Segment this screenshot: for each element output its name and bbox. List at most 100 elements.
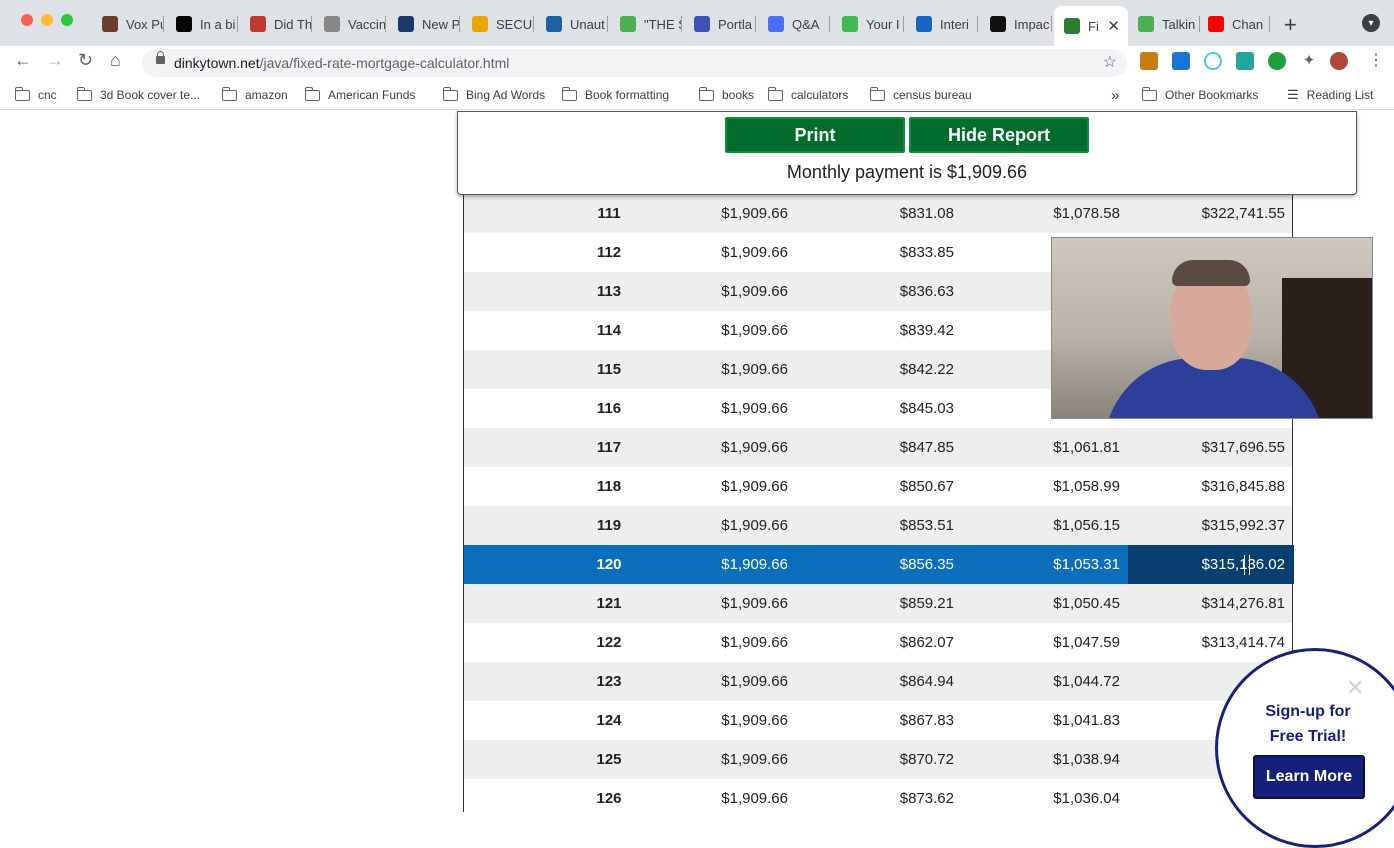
video-person-hair xyxy=(1172,260,1250,286)
interest-cell: $1,047.59 xyxy=(1053,634,1120,651)
bookmark-folder[interactable]: cnc xyxy=(14,85,57,105)
extension-icon[interactable] xyxy=(1204,52,1222,70)
back-icon[interactable]: ← xyxy=(14,50,32,71)
profile-avatar[interactable] xyxy=(1330,52,1348,70)
browser-tab[interactable]: Vaccin xyxy=(314,8,386,40)
table-row[interactable]: 121 $1,909.66 $859.21 $1,050.45 $314,276.81 xyxy=(464,584,1292,623)
bookmark-folder[interactable]: calculators xyxy=(767,85,849,105)
browser-tab[interactable]: In a bi xyxy=(166,8,238,40)
browser-tab[interactable]: Your I xyxy=(832,8,904,40)
bookmark-folder[interactable]: books xyxy=(698,85,754,105)
payment-amount-cell: $1,909.66 xyxy=(721,322,788,339)
url-text[interactable]: dinkytown.net/java/fixed-rate-mortgage-c… xyxy=(174,55,509,71)
minimize-window-button[interactable] xyxy=(41,14,53,26)
monthly-payment-text: Monthly payment is $1,909.66 xyxy=(786,162,1028,182)
table-row[interactable]: 125$1,909.66$870.72$1,038.94$3 xyxy=(464,740,1292,779)
bookmark-folder[interactable]: amazon xyxy=(221,85,288,105)
table-row[interactable]: 124$1,909.66$867.83$1,041.83$3 xyxy=(464,701,1292,740)
interest-cell: $1,061.81 xyxy=(1053,439,1120,456)
address-bar[interactable]: dinkytown.net/java/fixed-rate-mortgage-c… xyxy=(142,49,1127,77)
payment-amount-cell: $1,909.66 xyxy=(721,283,788,300)
payment-amount-cell: $1,909.66 xyxy=(721,595,788,612)
text-cursor-icon xyxy=(1244,555,1250,575)
table-row[interactable]: 111 $1,909.66 $831.08 $1,078.58 $322,741.55 xyxy=(464,194,1292,233)
menu-kebab-icon[interactable]: ⋮ xyxy=(1368,50,1384,70)
hide-report-button[interactable]: Hide Report xyxy=(909,117,1089,153)
extension-icon[interactable] xyxy=(1140,52,1158,70)
maximize-window-button[interactable] xyxy=(61,14,73,26)
bookmark-folder[interactable]: 3d Book cover te... xyxy=(76,85,200,105)
table-row[interactable]: 118 $1,909.66 $850.67 $1,058.99 $316,845.88 xyxy=(464,467,1292,506)
extension-icon[interactable] xyxy=(1236,52,1254,70)
balance-cell: $314,276.81 xyxy=(1201,595,1285,612)
interest-cell: $1,041.83 xyxy=(1053,712,1120,729)
bookmark-star-icon[interactable]: ☆ xyxy=(1103,52,1117,72)
browser-tab[interactable]: Impac xyxy=(980,8,1052,40)
tab-divider xyxy=(311,16,312,32)
table-row[interactable]: 122 $1,909.66 $862.07 $1,047.59 $313,414.74 xyxy=(464,623,1292,662)
browser-tab[interactable]: Vox Pu xyxy=(92,8,164,40)
tab-favicon-icon xyxy=(694,16,710,32)
payment-amount-cell: $1,909.66 xyxy=(721,439,788,456)
print-button[interactable]: Print xyxy=(725,117,905,153)
reload-icon[interactable]: ↻ xyxy=(78,50,93,71)
tab-favicon-icon xyxy=(472,16,488,32)
new-tab-button[interactable]: + xyxy=(1284,12,1297,38)
table-row-selected[interactable]: 120 $1,909.66 $856.35 $1,053.31 $315,136.02 xyxy=(464,545,1294,584)
other-bookmarks-folder[interactable]: Other Bookmarks xyxy=(1141,85,1258,105)
bookmarks-overflow-button[interactable]: » xyxy=(1111,85,1119,105)
webcam-video-overlay[interactable] xyxy=(1051,237,1373,419)
free-trial-promo: ✕ Sign-up for Free Trial! Learn More xyxy=(1215,648,1394,848)
folder-icon xyxy=(14,86,30,101)
table-row[interactable]: 123$1,909.66$864.94$1,044.72$312, xyxy=(464,662,1292,701)
tab-label: Your I xyxy=(866,16,900,32)
principal-cell: $870.72 xyxy=(899,751,954,768)
principal-cell: $847.85 xyxy=(899,439,954,456)
tab-favicon-icon xyxy=(250,16,266,32)
browser-tab[interactable]: Interi xyxy=(906,8,978,40)
bookmark-folder[interactable]: census bureau xyxy=(869,85,972,105)
principal-cell: $850.67 xyxy=(899,478,954,495)
puzzle-extensions-icon[interactable]: ✦ xyxy=(1300,52,1318,70)
lock-icon[interactable] xyxy=(156,51,165,64)
tab-search-icon[interactable]: ▾ xyxy=(1362,14,1380,32)
table-row[interactable]: 117 $1,909.66 $847.85 $1,061.81 $317,696.55 xyxy=(464,428,1292,467)
tab-divider xyxy=(903,16,904,32)
browser-tab[interactable]: "THE S xyxy=(610,8,682,40)
bookmark-folder[interactable]: American Funds xyxy=(304,85,415,105)
learn-more-button[interactable]: Learn More xyxy=(1253,755,1365,799)
forward-icon[interactable]: → xyxy=(46,50,64,71)
browser-tab[interactable]: SECU xyxy=(462,8,534,40)
folder-icon xyxy=(698,86,714,101)
browser-tab[interactable]: Talkin xyxy=(1128,8,1200,40)
close-window-button[interactable] xyxy=(21,14,33,26)
bookmark-folder[interactable]: Bing Ad Words xyxy=(442,85,545,105)
tab-label: Portla xyxy=(718,16,752,32)
folder-icon xyxy=(221,86,237,101)
tab-label: New P xyxy=(422,16,460,32)
home-icon[interactable]: ⌂ xyxy=(110,50,121,71)
tab-label: Talkin xyxy=(1162,16,1196,32)
browser-tab[interactable]: Chan xyxy=(1198,8,1270,40)
tab-favicon-icon xyxy=(398,16,414,32)
payment-amount-cell: $1,909.66 xyxy=(721,244,788,261)
promo-close-icon[interactable]: ✕ xyxy=(1346,675,1364,701)
browser-tab[interactable]: Portla xyxy=(684,8,756,40)
interest-cell: $1,058.99 xyxy=(1053,478,1120,495)
browser-tab[interactable]: New P xyxy=(388,8,460,40)
payment-amount-cell: $1,909.66 xyxy=(721,556,788,573)
extension-icon[interactable] xyxy=(1172,52,1190,70)
browser-tab[interactable]: Q&A xyxy=(758,8,830,40)
bookmark-folder[interactable]: Book formatting xyxy=(561,85,669,105)
reading-list-button[interactable]: ☰ Reading List xyxy=(1287,85,1373,105)
browser-tab[interactable]: Did Th xyxy=(240,8,312,40)
tab-divider xyxy=(755,16,756,32)
principal-cell: $833.85 xyxy=(899,244,954,261)
table-row[interactable]: 119 $1,909.66 $853.51 $1,056.15 $315,992.37 xyxy=(464,506,1292,545)
bookmark-label: calculators xyxy=(791,88,849,102)
browser-tab[interactable]: Unaut xyxy=(536,8,608,40)
browser-tab[interactable]: Fi ✕ xyxy=(1054,6,1128,46)
table-row[interactable]: 126$1,909.66$873.62$1,036.04$309, xyxy=(464,779,1292,812)
close-tab-icon[interactable]: ✕ xyxy=(1107,17,1120,35)
extension-icon[interactable] xyxy=(1268,52,1286,70)
